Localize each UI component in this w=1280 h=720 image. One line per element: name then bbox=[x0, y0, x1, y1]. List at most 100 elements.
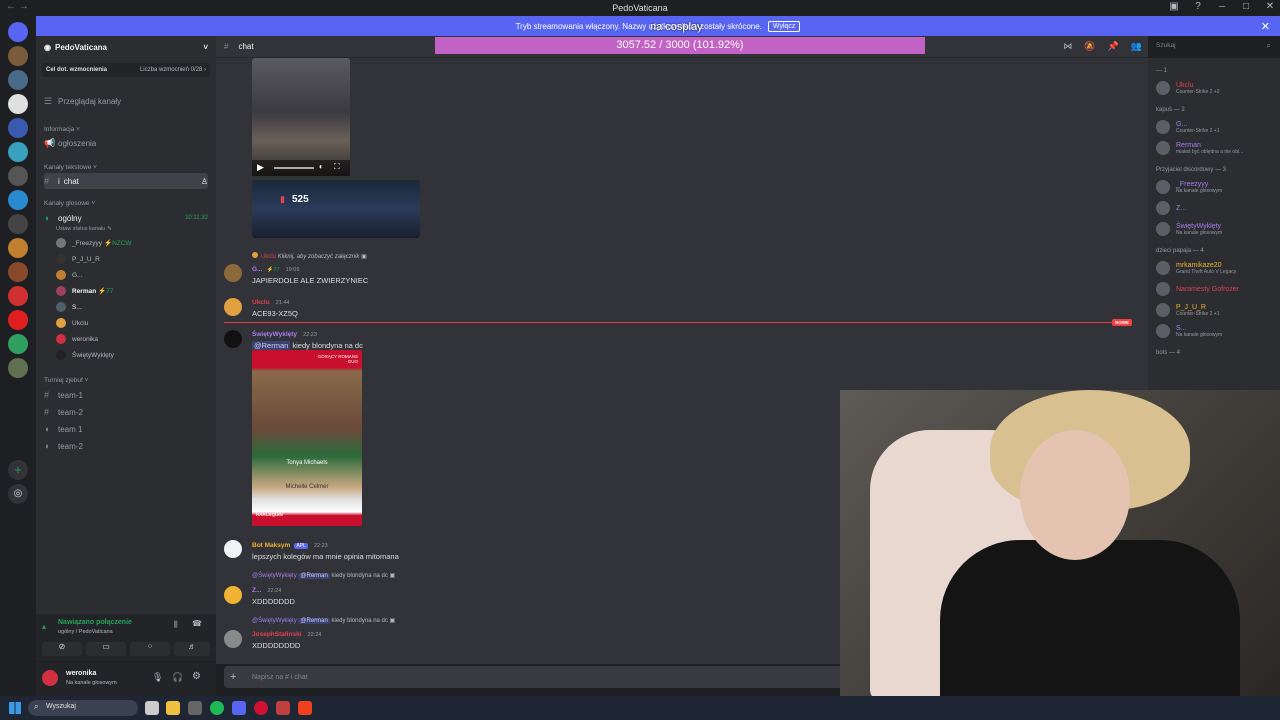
server-icon[interactable] bbox=[8, 214, 28, 234]
voice-location[interactable]: ogólny / PedoVaticana bbox=[58, 629, 113, 635]
reply-preview[interactable]: Ukclu Kliknij, aby zobaczyć załącznik ▣ bbox=[252, 252, 367, 260]
activities-icon[interactable]: ⁘ bbox=[130, 642, 170, 656]
server-icon[interactable] bbox=[8, 238, 28, 258]
message-author[interactable]: Bot Maksym bbox=[252, 542, 290, 549]
category-voice[interactable]: Kanały głosowe ˅ bbox=[44, 200, 95, 207]
discover-icon[interactable]: ◎ bbox=[8, 484, 28, 504]
message-author[interactable]: ŚwiętyWyklęty bbox=[252, 331, 297, 338]
member-item[interactable]: G... Counter-Strike 2 +1 bbox=[1156, 119, 1220, 135]
avatar[interactable] bbox=[42, 670, 58, 686]
boost-goal[interactable]: Cel dot. wzmocnienia Liczba wzmocnień 0/… bbox=[42, 63, 210, 77]
disconnect-icon[interactable]: ☎ bbox=[192, 619, 202, 628]
add-attachment-icon[interactable]: + bbox=[230, 671, 236, 683]
add-member-icon[interactable]: ♙ bbox=[201, 177, 208, 186]
avatar[interactable] bbox=[224, 540, 242, 558]
user-mention[interactable]: @Rerman bbox=[252, 341, 291, 350]
avatar[interactable] bbox=[224, 298, 242, 316]
browse-channels[interactable]: ☰ Przeglądaj kanały bbox=[44, 94, 208, 108]
voice-user[interactable]: G... bbox=[56, 268, 82, 282]
server-icon[interactable] bbox=[8, 382, 28, 402]
inbox-icon[interactable]: ▣ bbox=[1168, 1, 1180, 12]
user-name[interactable]: weronika bbox=[66, 670, 96, 677]
minimize-button[interactable]: – bbox=[1216, 1, 1228, 12]
reply-preview[interactable]: @ŚwiętyWyklęty @Rerman kiedy blondyna na… bbox=[252, 617, 395, 624]
video-progress[interactable] bbox=[274, 167, 314, 169]
channel-announcements[interactable]: 📢 ogłoszenia bbox=[44, 136, 208, 150]
soundboard-icon[interactable]: ♬ bbox=[174, 642, 210, 656]
member-item[interactable]: Ukclu Counter-Strike 2 +2 bbox=[1156, 80, 1220, 96]
voice-channel-team-2[interactable]: ◖ team-2 bbox=[44, 439, 208, 453]
discord-home-icon[interactable] bbox=[8, 22, 28, 42]
video-attachment[interactable]: ▶ ◖ ⛶ bbox=[252, 58, 350, 176]
channel-team-2[interactable]: # team-2 bbox=[44, 405, 208, 419]
avatar[interactable] bbox=[224, 630, 242, 648]
member-item[interactable]: Naramesty Gofrozer bbox=[1156, 281, 1239, 297]
server-icon[interactable] bbox=[8, 166, 28, 186]
voice-user[interactable]: Ukclu bbox=[56, 316, 88, 330]
spotify-icon[interactable] bbox=[210, 701, 224, 715]
member-list-icon[interactable]: 👥 bbox=[1131, 41, 1142, 52]
voice-status-prompt[interactable]: Ustaw status kanału ✎ bbox=[56, 222, 112, 236]
volume-icon[interactable]: ◖ bbox=[318, 162, 323, 171]
server-icon[interactable] bbox=[8, 286, 28, 306]
message-author[interactable]: Ukclu bbox=[252, 299, 270, 306]
server-icon[interactable] bbox=[8, 94, 28, 114]
server-icon[interactable] bbox=[8, 262, 28, 282]
server-icon[interactable] bbox=[8, 190, 28, 210]
headphones-icon[interactable]: 🎧 bbox=[172, 672, 183, 683]
voice-user[interactable]: S... bbox=[56, 300, 82, 314]
settings-gear-icon[interactable]: ⚙ bbox=[192, 671, 201, 682]
opera-icon[interactable] bbox=[254, 701, 268, 715]
task-view-icon[interactable] bbox=[145, 701, 159, 715]
threads-icon[interactable]: ⋈ bbox=[1063, 41, 1072, 52]
message-author[interactable]: Z... bbox=[252, 587, 261, 594]
app-icon[interactable] bbox=[276, 701, 290, 715]
server-icon[interactable] bbox=[8, 118, 28, 138]
voice-channel-team-1[interactable]: ◖ team 1 bbox=[44, 422, 208, 436]
noise-suppression-icon[interactable]: ⫼ bbox=[174, 620, 178, 630]
member-item[interactable]: S... Na kanale głosowym bbox=[1156, 323, 1222, 339]
play-icon[interactable]: ▶ bbox=[257, 162, 264, 173]
brave-icon[interactable] bbox=[298, 701, 312, 715]
voice-user[interactable]: P_J_U_R bbox=[56, 252, 100, 266]
voice-connected-status[interactable]: Nawiązano połączenie bbox=[58, 619, 132, 626]
help-icon[interactable]: ? bbox=[1192, 1, 1204, 12]
server-icon[interactable] bbox=[8, 430, 28, 450]
avatar[interactable] bbox=[224, 330, 242, 348]
image-attachment[interactable]: 525 ▮ bbox=[252, 180, 420, 238]
server-icon[interactable] bbox=[8, 334, 28, 354]
server-icon[interactable] bbox=[8, 406, 28, 426]
notifications-mute-icon[interactable]: 🔕 bbox=[1084, 41, 1095, 52]
file-explorer-icon[interactable] bbox=[166, 701, 180, 715]
server-header[interactable]: ◉ PedoVaticana ˅ bbox=[36, 36, 216, 58]
add-server-icon[interactable]: + bbox=[8, 460, 28, 480]
member-item[interactable]: mrkamikaze20 Grand Theft Auto V Legacy bbox=[1156, 260, 1236, 276]
close-window-button[interactable]: ✕ bbox=[1264, 1, 1276, 12]
message-author[interactable]: JosephStalinski bbox=[252, 631, 302, 638]
category-info[interactable]: Informacja ˅ bbox=[44, 126, 80, 133]
member-item[interactable]: _Freezyyy Na kanale głosowym bbox=[1156, 179, 1222, 195]
browser-icon[interactable] bbox=[188, 701, 202, 715]
voice-user[interactable]: Rerman ⚡77 bbox=[56, 284, 114, 298]
book-cover-image[interactable]: GORĄCY ROMANS DUO Tonya Michaels Michell… bbox=[252, 350, 362, 526]
screen-share-icon[interactable]: ▭ bbox=[86, 642, 126, 656]
member-item[interactable]: Rerman miałaś być oblędna a nie obl... bbox=[1156, 140, 1243, 156]
server-icon[interactable] bbox=[8, 142, 28, 162]
close-banner-icon[interactable]: ✕ bbox=[1261, 20, 1270, 33]
microphone-icon[interactable]: 🎙 bbox=[152, 672, 163, 683]
message-author[interactable]: G... bbox=[252, 266, 262, 273]
fullscreen-icon[interactable]: ⛶ bbox=[334, 162, 340, 172]
member-item[interactable]: Z... bbox=[1156, 200, 1186, 216]
maximize-button[interactable]: □ bbox=[1240, 1, 1252, 12]
server-icon[interactable] bbox=[8, 310, 28, 330]
back-forward-icon[interactable]: ← → bbox=[6, 1, 29, 12]
category-tournament[interactable]: Turniej zjebuf ˅ bbox=[44, 377, 88, 384]
channel-team-1[interactable]: # team-1 bbox=[44, 388, 208, 402]
taskbar-search[interactable]: ⌕ Wyszukaj bbox=[28, 700, 138, 716]
search-input[interactable]: Szukaj ⌕ bbox=[1150, 39, 1276, 55]
category-text[interactable]: Kanały tekstowe ˅ bbox=[44, 164, 97, 171]
discord-icon[interactable] bbox=[232, 701, 246, 715]
avatar[interactable] bbox=[224, 586, 242, 604]
reply-preview[interactable]: @ŚwiętyWyklęty @Rerman kiedy blondyna na… bbox=[252, 572, 395, 579]
voice-user[interactable]: _Freezyyy ⚡NZCW bbox=[56, 236, 132, 250]
